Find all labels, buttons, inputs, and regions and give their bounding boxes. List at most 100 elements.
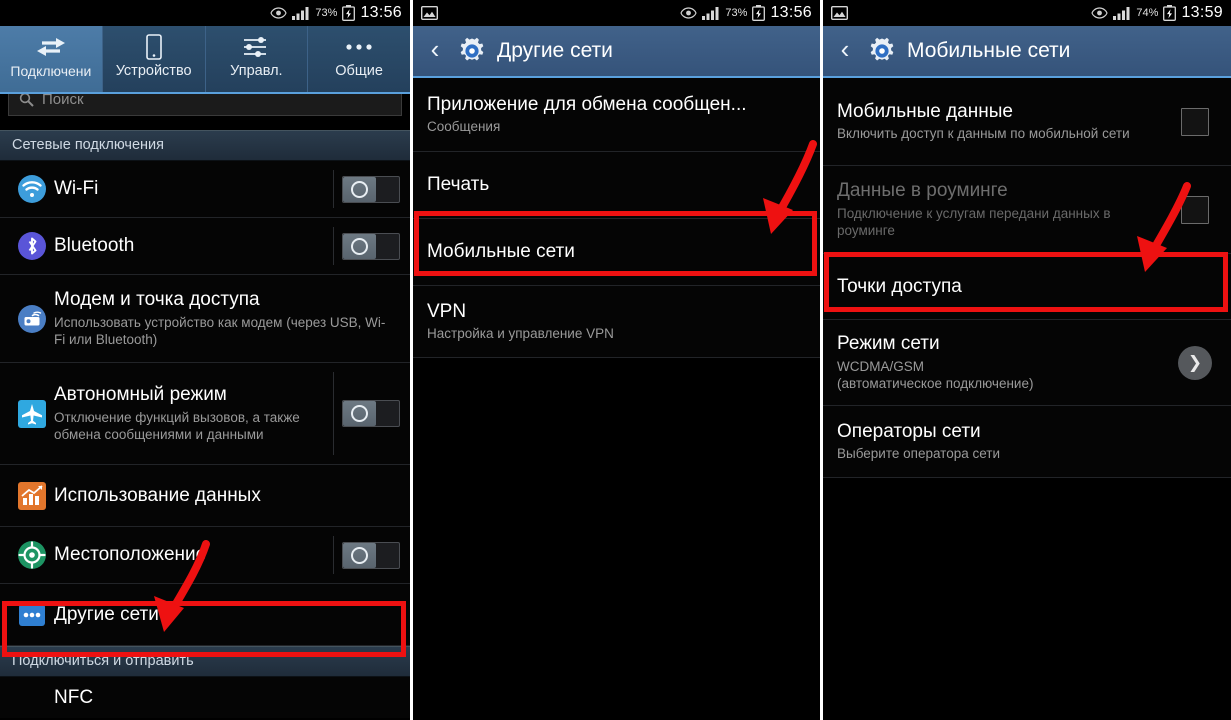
row-vpn[interactable]: VPN Настройка и управление VPN — [413, 286, 820, 358]
row-data-roaming[interactable]: Данные в роуминге Подключение к услугам … — [823, 166, 1231, 254]
row-access-points-title: Точки доступа — [837, 275, 962, 297]
status-bar-right: 73% 13:56 — [270, 4, 402, 22]
row-vpn-title: VPN — [427, 301, 467, 323]
row-data-usage[interactable]: Использование данных — [0, 465, 410, 527]
row-wifi-control[interactable] — [333, 170, 400, 208]
row-location-control[interactable] — [333, 536, 400, 574]
row-data-usage-title: Использование данных — [54, 484, 261, 506]
list-empty-space — [413, 358, 820, 718]
row-tethering-subtitle: Использовать устройство как модем (через… — [54, 314, 386, 348]
airplane-icon — [10, 399, 54, 429]
row-mobile-networks-title: Мобильные сети — [427, 241, 575, 263]
row-nfc-text: NFC — [54, 686, 400, 709]
row-network-mode-text: Режим сети WCDMA/GSM (автоматическое под… — [837, 332, 1161, 392]
back-chevron-icon[interactable]: ‹ — [833, 36, 857, 66]
tutorial-screenshot-strip: 73% 13:56 Подключени Устройство Управл. … — [0, 0, 1231, 720]
row-wifi[interactable]: Wi-Fi — [0, 161, 410, 218]
toggle-knob — [343, 233, 376, 259]
connections-arrows-icon — [36, 33, 66, 61]
clock-label: 13:56 — [360, 4, 402, 21]
image-icon — [420, 5, 439, 21]
tab-connections[interactable]: Подключени — [0, 26, 103, 94]
action-bar: ‹ Мобильные сети — [823, 26, 1231, 78]
status-bar-left — [830, 5, 849, 21]
status-bar: 73% 13:56 — [0, 0, 410, 26]
battery-percent-label: 73% — [725, 7, 748, 19]
dots-three-icon — [344, 33, 374, 61]
settings-gear-icon — [867, 36, 897, 66]
eye-icon — [270, 7, 288, 19]
signal-bars-icon — [292, 6, 310, 20]
chevron-right-icon[interactable]: ❯ — [1178, 345, 1212, 380]
tab-device[interactable]: Устройство — [103, 26, 206, 94]
row-mobile-data[interactable]: Мобильные данные Включить доступ к данны… — [823, 78, 1231, 166]
back-chevron-icon[interactable]: ‹ — [423, 36, 447, 66]
row-network-mode[interactable]: Режим сети WCDMA/GSM (автоматическое под… — [823, 320, 1231, 406]
row-network-mode-title: Режим сети — [837, 333, 940, 355]
row-bluetooth-control[interactable] — [333, 227, 400, 265]
row-location[interactable]: Местоположение — [0, 527, 410, 584]
row-data-roaming-title: Данные в роуминге — [837, 180, 1008, 202]
eye-icon — [1091, 7, 1109, 19]
row-tethering-text: Модем и точка доступа Использовать устро… — [54, 288, 400, 348]
row-more-networks[interactable]: Другие сети — [0, 584, 410, 646]
eye-icon — [680, 7, 698, 19]
more-networks-list: Приложение для обмена сообщен... Сообщен… — [413, 78, 820, 718]
location-icon — [10, 540, 54, 570]
data-roaming-checkbox[interactable] — [1181, 195, 1209, 224]
airplane-toggle[interactable] — [342, 400, 400, 427]
row-mobile-data-subtitle: Включить доступ к данным по мобильной се… — [837, 126, 1130, 142]
tethering-hotspot-icon — [10, 304, 54, 334]
row-data-roaming-text: Данные в роуминге Подключение к услугам … — [837, 179, 1161, 239]
row-tethering[interactable]: Модем и точка доступа Использовать устро… — [0, 275, 410, 363]
row-airplane-mode[interactable]: Автономный режим Отключение функций вызо… — [0, 363, 410, 465]
row-network-operators[interactable]: Операторы сети Выберите оператора сети — [823, 406, 1231, 478]
row-nfc-title: NFC — [54, 687, 94, 708]
tab-controls-label: Управл. — [230, 63, 283, 79]
row-printing[interactable]: Печать — [413, 152, 820, 219]
toggle-knob — [343, 401, 376, 426]
settings-tab-bar: Подключени Устройство Управл. Общие — [0, 26, 410, 94]
row-more-networks-title: Другие сети — [54, 603, 159, 625]
location-toggle[interactable] — [342, 541, 400, 569]
row-nfc[interactable]: NFC — [0, 677, 410, 719]
tab-general[interactable]: Общие — [308, 26, 410, 94]
row-bluetooth[interactable]: Bluetooth — [0, 218, 410, 275]
row-tethering-title: Модем и точка доступа — [54, 289, 260, 311]
row-location-text: Местоположение — [54, 543, 333, 566]
sliders-icon — [242, 33, 270, 61]
bluetooth-icon — [10, 231, 54, 261]
clock-label: 13:56 — [770, 4, 812, 21]
tab-controls[interactable]: Управл. — [206, 26, 309, 94]
row-mobile-networks[interactable]: Мобильные сети — [413, 219, 820, 286]
bluetooth-toggle[interactable] — [342, 232, 400, 260]
row-more-networks-text: Другие сети — [54, 603, 400, 626]
row-vpn-subtitle: Настройка и управление VPN — [427, 326, 614, 342]
row-data-roaming-control[interactable] — [1161, 175, 1221, 244]
row-mobile-data-control[interactable] — [1161, 87, 1221, 156]
status-bar-right: 73% 13:56 — [680, 4, 812, 22]
toggle-knob — [343, 176, 376, 202]
battery-percent-label: 73% — [315, 7, 338, 19]
action-bar: ‹ Другие сети — [413, 26, 820, 78]
row-network-mode-subtitle: WCDMA/GSM (автоматическое подключение) — [837, 358, 1034, 392]
row-messaging-app[interactable]: Приложение для обмена сообщен... Сообщен… — [413, 78, 820, 152]
battery-percent-label: 74% — [1136, 7, 1159, 19]
row-mobile-data-title: Мобильные данные — [837, 101, 1013, 123]
more-networks-icon — [10, 600, 54, 630]
mobile-data-checkbox[interactable] — [1181, 107, 1209, 136]
row-airplane-control[interactable] — [333, 372, 400, 455]
page-title: Мобильные сети — [907, 39, 1071, 62]
panel-more-networks: 73% 13:56 ‹ Другие сети Приложение для о… — [413, 0, 820, 720]
panel-mobile-networks: 74% 13:59 ‹ Мобильные сети Мобильные дан… — [823, 0, 1231, 720]
list-empty-space — [823, 478, 1231, 720]
signal-bars-icon — [702, 6, 720, 20]
row-wifi-title: Wi-Fi — [54, 178, 99, 200]
wifi-toggle[interactable] — [342, 175, 400, 203]
row-network-operators-title: Операторы сети — [837, 421, 981, 443]
row-messaging-app-title: Приложение для обмена сообщен... — [427, 94, 747, 116]
battery-charging-icon — [752, 5, 766, 21]
row-access-points[interactable]: Точки доступа — [823, 254, 1231, 320]
row-bluetooth-text: Bluetooth — [54, 234, 333, 257]
row-network-mode-control[interactable]: ❯ — [1161, 329, 1221, 396]
